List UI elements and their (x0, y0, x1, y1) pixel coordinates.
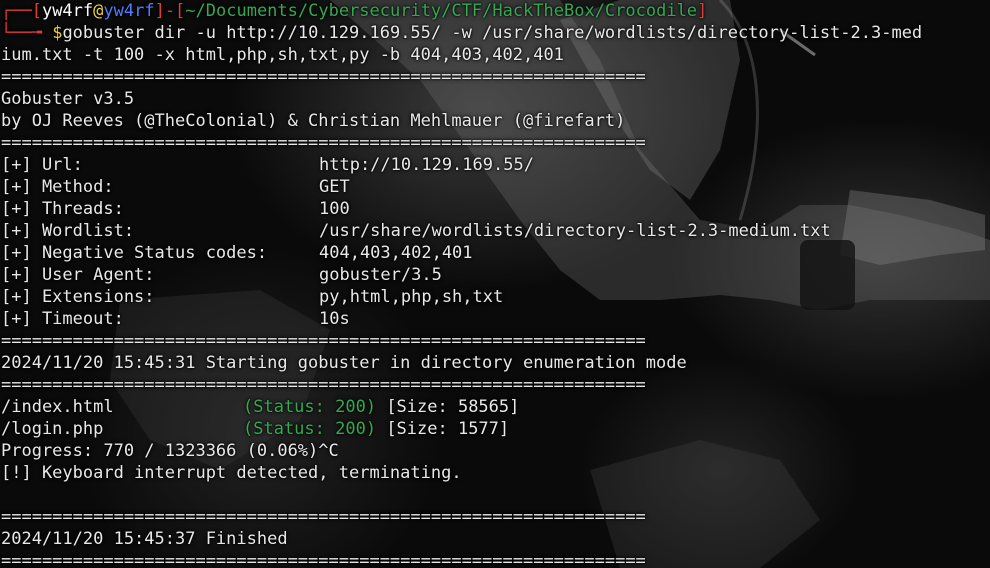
terminal-window[interactable]: ┌──[yw4rf@yw4rf]-[~/Documents/Cybersecur… (0, 0, 990, 568)
config-label: [+] Method: (1, 177, 114, 197)
result-status: (Status: 200) (243, 397, 377, 417)
prompt-path: ~/Documents/Cybersecurity/CTF/HackTheBox… (185, 1, 698, 21)
config-list: [+] Url: http://10.129.169.55/[+] Method:… (0, 154, 990, 330)
config-row: [+] Threads: 100 (0, 198, 990, 220)
result-row: /index.html (Status: 200) [Size: 58565] (0, 396, 990, 418)
config-label: [+] Url: (1, 155, 83, 175)
finished-line: 2024/11/20 15:45:37 Finished (1, 529, 288, 549)
config-row: [+] Method: GET (0, 176, 990, 198)
separator: ========================================… (1, 331, 646, 351)
results-list: /index.html (Status: 200) [Size: 58565]/l… (0, 396, 990, 440)
config-row: [+] Negative Status codes: 404,403,402,40… (0, 242, 990, 264)
config-label: [+] Negative Status codes: (1, 243, 268, 263)
prompt-line: ┌──[yw4rf@yw4rf]-[~/Documents/Cybersecur… (0, 0, 990, 22)
command-line[interactable]: └──╼ $gobuster dir -u http://10.129.169.… (0, 22, 990, 44)
prompt-user: yw4rf (41, 1, 94, 21)
separator: ========================================… (1, 551, 646, 568)
result-status: (Status: 200) (243, 419, 377, 439)
config-value: 10s (319, 309, 350, 329)
config-value: http://10.129.169.55/ (319, 155, 534, 175)
config-row: [+] Timeout: 10s (0, 308, 990, 330)
command-text-1: gobuster dir -u http://10.129.169.55/ -w… (62, 23, 923, 43)
config-value: 100 (319, 199, 350, 219)
prompt-close: ] (697, 1, 708, 21)
config-label: [+] Threads: (1, 199, 124, 219)
result-size: [Size: 58565] (386, 397, 520, 417)
command-line-continued: ium.txt -t 100 -x html,php,sh,txt,py -b … (0, 44, 990, 66)
config-value: 404,403,402,401 (319, 243, 473, 263)
result-path: /index.html (1, 397, 114, 417)
prompt-dollar: $ (52, 23, 63, 43)
config-value: /usr/share/wordlists/directory-list-2.3-… (319, 221, 831, 241)
separator: ========================================… (1, 67, 646, 87)
config-row: [+] Url: http://10.129.169.55/ (0, 154, 990, 176)
result-path: /login.php (1, 419, 104, 439)
config-row: [+] User Agent: gobuster/3.5 (0, 264, 990, 286)
banner-author: by OJ Reeves (@TheColonial) & Christian … (1, 111, 626, 131)
progress-line: Progress: 770 / 1323366 (0.06%)^C (1, 441, 339, 461)
config-row: [+] Extensions: py,html,php,sh,txt (0, 286, 990, 308)
prompt-at: @ (93, 1, 104, 21)
banner-title: Gobuster v3.5 (1, 89, 135, 109)
config-row: [+] Wordlist: /usr/share/wordlists/direct… (0, 220, 990, 242)
separator: ========================================… (1, 133, 646, 153)
separator: ========================================… (1, 507, 646, 527)
config-value: GET (319, 177, 350, 197)
config-label: [+] Wordlist: (1, 221, 135, 241)
config-value: gobuster/3.5 (319, 265, 442, 285)
start-line: 2024/11/20 15:45:31 Starting gobuster in… (1, 353, 687, 373)
prompt-corner-bottom: └──╼ (1, 23, 53, 43)
prompt-separator: ]-[ (154, 1, 186, 21)
config-label: [+] Timeout: (1, 309, 124, 329)
command-text-2: ium.txt -t 100 -x html,php,sh,txt,py -b … (1, 45, 564, 65)
interrupt-line: [!] Keyboard interrupt detected, termina… (1, 463, 462, 483)
config-label: [+] Extensions: (1, 287, 155, 307)
config-label: [+] User Agent: (1, 265, 155, 285)
prompt-host: yw4rf (103, 1, 155, 21)
result-row: /login.php (Status: 200) [Size: 1577] (0, 418, 990, 440)
terminal-output: ┌──[yw4rf@yw4rf]-[~/Documents/Cybersecur… (0, 0, 990, 568)
prompt-corner-top: ┌──[ (1, 1, 42, 21)
result-gap (376, 419, 386, 439)
result-size: [Size: 1577] (386, 419, 510, 439)
config-value: py,html,php,sh,txt (319, 287, 504, 307)
result-gap (376, 397, 386, 417)
separator: ========================================… (1, 375, 646, 395)
